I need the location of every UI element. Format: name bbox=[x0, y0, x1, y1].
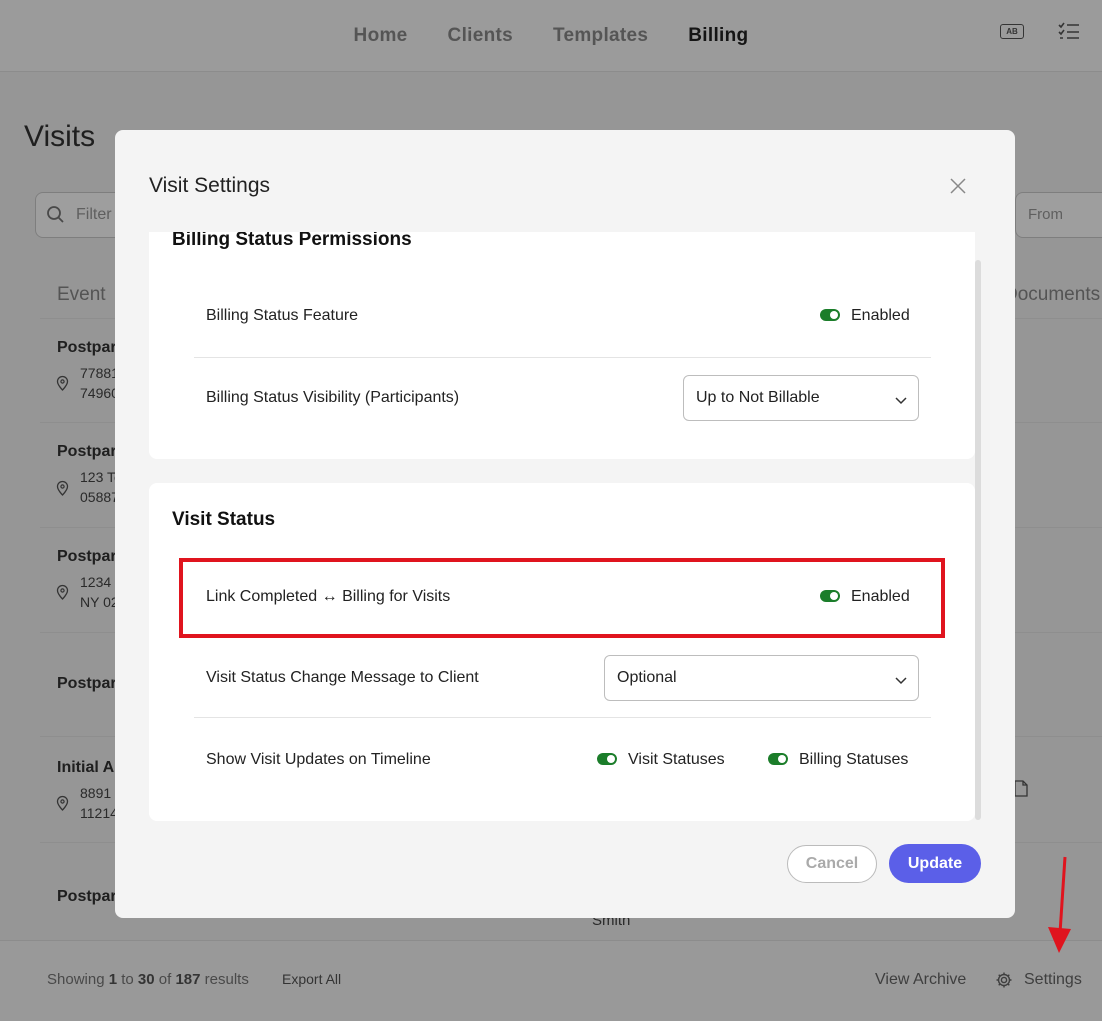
billing-section-title: Billing Status Permissions bbox=[172, 232, 412, 250]
red-arrow-annotation bbox=[1040, 855, 1080, 960]
visit-status-card: Visit Status Link Completed ↔ Billing fo… bbox=[149, 483, 975, 821]
billing-statuses-label: Billing Statuses bbox=[799, 751, 909, 768]
scrollbar[interactable] bbox=[975, 260, 981, 820]
billing-feature-toggle[interactable] bbox=[820, 309, 840, 321]
status-message-select[interactable]: Optional bbox=[604, 655, 919, 701]
row-divider bbox=[194, 357, 931, 358]
status-message-label: Visit Status Change Message to Client bbox=[206, 669, 479, 686]
visit-statuses-label: Visit Statuses bbox=[628, 751, 725, 768]
billing-feature-label: Billing Status Feature bbox=[206, 307, 359, 324]
close-icon[interactable] bbox=[948, 176, 968, 196]
billing-statuses-toggle[interactable] bbox=[768, 753, 788, 765]
visit-statuses-toggle[interactable] bbox=[597, 753, 617, 765]
billing-status-card: Billing Status Permissions Billing Statu… bbox=[149, 232, 975, 459]
timeline-label: Show Visit Updates on Timeline bbox=[206, 751, 431, 768]
visit-section-title: Visit Status bbox=[172, 509, 276, 530]
visit-settings-modal: Visit Settings Billing Status Permission… bbox=[115, 130, 1015, 918]
update-button[interactable]: Update bbox=[889, 844, 981, 883]
row-divider bbox=[194, 717, 931, 718]
billing-feature-state: Enabled bbox=[851, 307, 910, 324]
modal-title: Visit Settings bbox=[149, 174, 271, 197]
chevron-down-icon bbox=[894, 672, 908, 690]
highlight-box bbox=[179, 558, 945, 638]
billing-visibility-value: Up to Not Billable bbox=[696, 389, 820, 406]
chevron-down-icon bbox=[894, 392, 908, 410]
billing-visibility-label: Billing Status Visibility (Participants) bbox=[206, 389, 460, 406]
status-message-value: Optional bbox=[617, 669, 677, 686]
settings-scroll-area[interactable]: Billing Status Permissions Billing Statu… bbox=[149, 232, 983, 822]
cancel-button[interactable]: Cancel bbox=[787, 845, 877, 883]
billing-visibility-select[interactable]: Up to Not Billable bbox=[683, 375, 919, 421]
